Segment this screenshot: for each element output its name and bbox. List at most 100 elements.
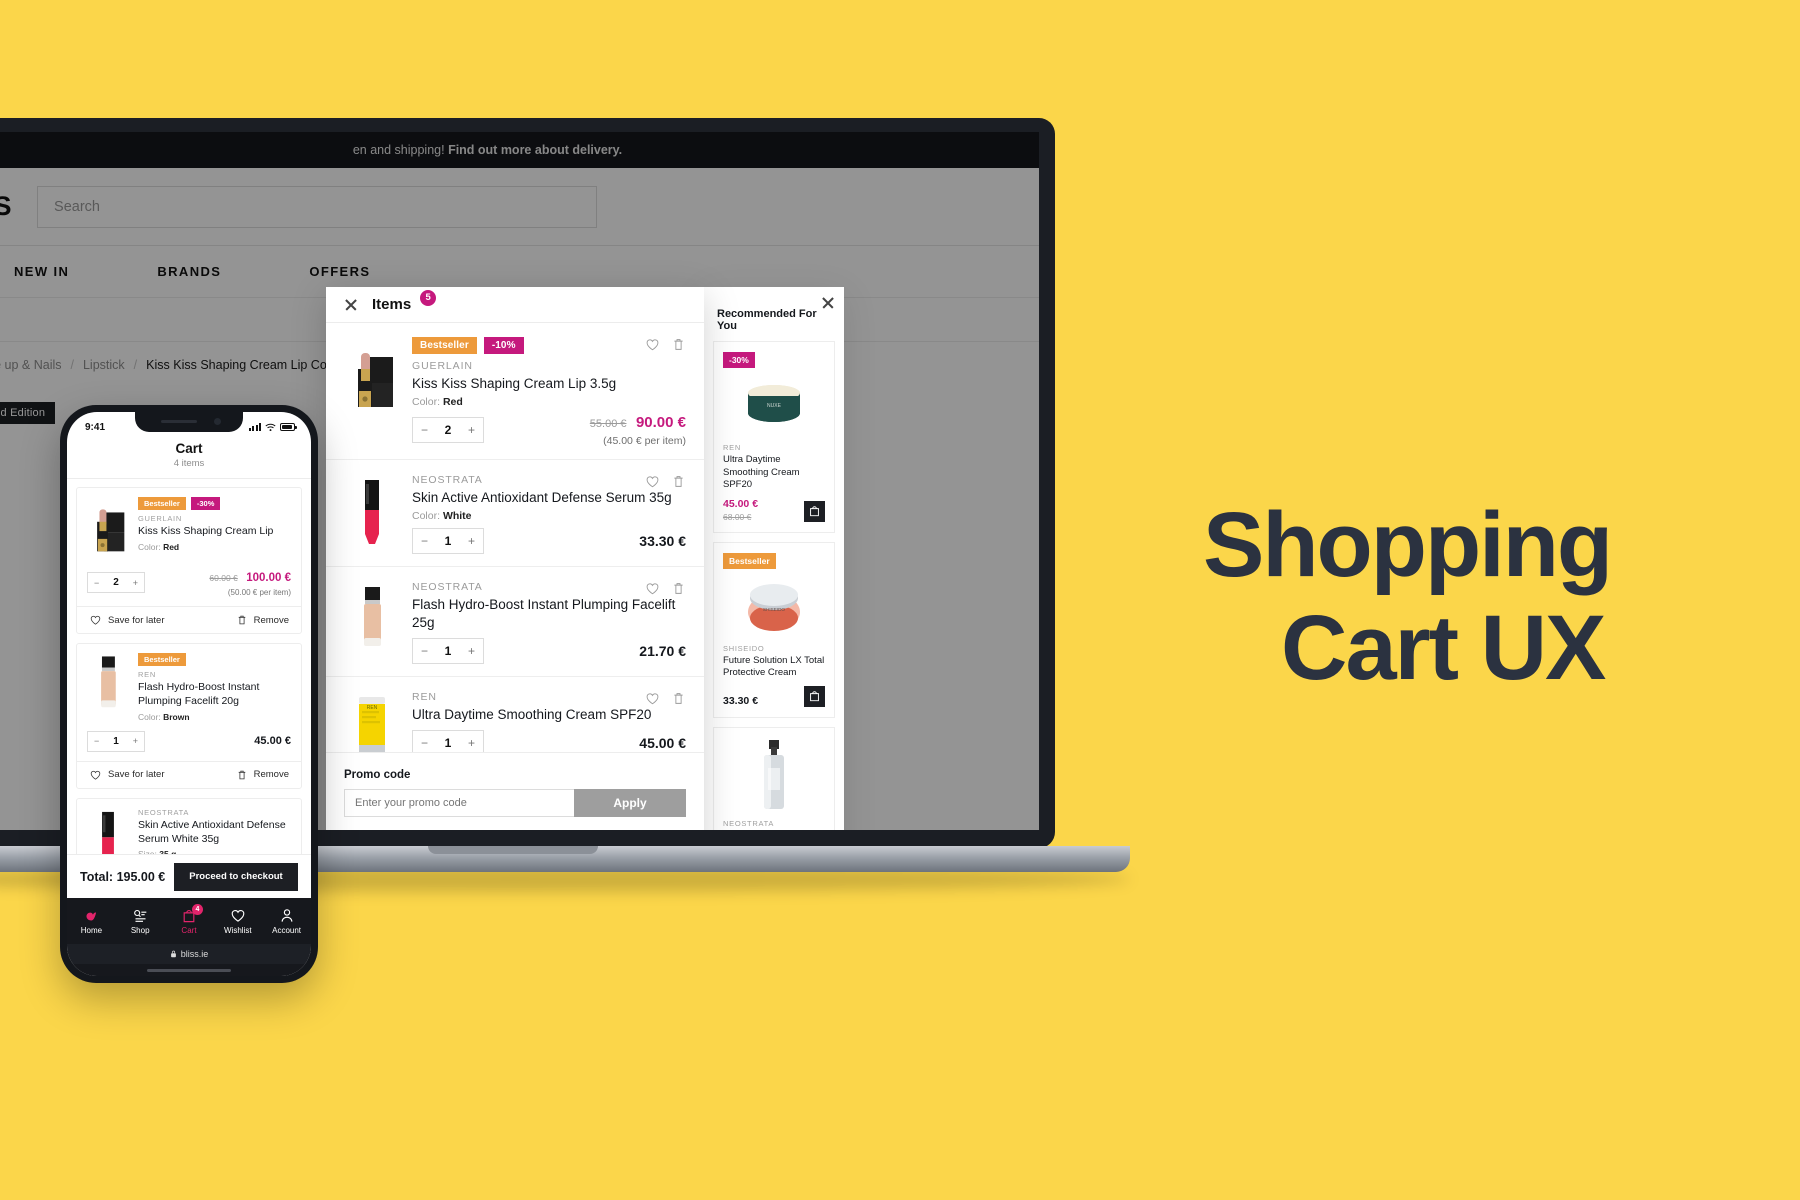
save-for-later-button[interactable]: Save for later <box>89 769 165 781</box>
product-variant: Color: White <box>412 510 686 522</box>
decrease-quantity-button[interactable]: − <box>94 736 99 746</box>
product-name: Ultra Daytime Smoothing Cream SPF20 <box>723 454 800 491</box>
phone-cart-list[interactable]: Bestseller -30% GUERLAIN Kiss Kiss Shapi… <box>67 479 311 854</box>
heart-icon[interactable] <box>645 474 660 489</box>
home-indicator <box>67 964 311 976</box>
quantity-stepper[interactable]: − 1 + <box>412 527 484 554</box>
cart-item-actions: Save for later Remove <box>77 760 301 788</box>
increase-quantity-button[interactable]: + <box>133 578 138 588</box>
promo-input[interactable] <box>344 789 574 817</box>
cart-item: NEOSTRATA Skin Active Antioxidant Defens… <box>326 460 704 567</box>
phone-total-bar: Total: 195.00 € Proceed to checkout <box>67 854 311 898</box>
discount-badge: -30% <box>190 497 221 510</box>
cart-item: Bestseller -30% GUERLAIN Kiss Kiss Shapi… <box>76 487 302 634</box>
apply-promo-button[interactable]: Apply <box>574 789 686 817</box>
product-brand: SHISEIDO <box>723 643 765 653</box>
add-to-bag-button[interactable] <box>804 685 825 707</box>
remove-button[interactable]: Remove <box>236 769 289 781</box>
tab-account[interactable]: Account <box>262 908 311 935</box>
variant-label: Color: <box>138 711 161 722</box>
product-image <box>723 738 825 812</box>
bestseller-badge: Bestseller <box>138 497 186 510</box>
close-icon[interactable] <box>344 298 358 312</box>
browser-url-bar[interactable]: bliss.ie <box>67 944 311 964</box>
price-block: 60.00 € 100.00 € (50.00 € per item) <box>209 568 291 597</box>
decrease-quantity-button[interactable]: − <box>421 534 428 548</box>
product-image: SHISEIDO <box>723 575 825 637</box>
heart-icon <box>90 770 101 780</box>
decrease-quantity-button[interactable]: − <box>94 578 99 588</box>
bestseller-badge: Bestseller <box>412 337 477 354</box>
cart-item: Bestseller REN Flash Hydro-Boost Instant… <box>76 643 302 789</box>
quantity-stepper[interactable]: − 2 + <box>412 417 484 444</box>
trash-icon[interactable] <box>671 691 686 706</box>
total-label: Total: 195.00 € <box>80 869 166 884</box>
item-actions <box>645 691 686 706</box>
increase-quantity-button[interactable]: + <box>133 736 138 746</box>
quantity-value: 2 <box>444 423 452 438</box>
product-price: 45.00 € <box>723 497 759 510</box>
increase-quantity-button[interactable]: + <box>468 534 475 548</box>
increase-quantity-button[interactable]: + <box>468 423 475 437</box>
tab-shop[interactable]: Shop <box>116 908 165 935</box>
price-line: 33.30 € <box>723 685 825 707</box>
cart-item: NEOSTRATA Skin Active Antioxidant Defens… <box>76 797 302 854</box>
product-variant: Color: Brown <box>138 712 291 722</box>
decrease-quantity-button[interactable]: − <box>421 736 428 750</box>
phone-screen: 9:41 Cart 4 items Bestseller -30% GUERLA… <box>67 412 311 976</box>
product-brand: NEOSTRATA <box>138 807 190 817</box>
quantity-value: 1 <box>444 533 452 548</box>
recommended-title: Recommended For You <box>717 308 817 332</box>
page-title: Cart <box>175 441 203 456</box>
product-name: Kiss Kiss Shaping Cream Lip <box>138 525 274 537</box>
close-icon[interactable] <box>821 296 835 310</box>
cart-items-list[interactable]: Bestseller -10% GUERLAIN Kiss Kiss Shapi… <box>326 323 704 752</box>
product-image <box>344 581 400 664</box>
product-brand: NEOSTRATA <box>723 818 775 828</box>
heart-icon[interactable] <box>645 581 660 596</box>
product-brand: REN <box>723 443 741 452</box>
proceed-to-checkout-button[interactable]: Proceed to checkout <box>174 862 298 891</box>
old-price: 60.00 € <box>209 573 238 583</box>
quantity-stepper[interactable]: − 1 + <box>412 637 484 664</box>
trash-icon[interactable] <box>671 581 686 596</box>
recommended-card[interactable]: -30% NUXE REN Ultra Daytime Smoothing Cr… <box>713 341 835 533</box>
remove-button[interactable]: Remove <box>236 614 289 626</box>
increase-quantity-button[interactable]: + <box>468 644 475 658</box>
quantity-stepper[interactable]: − 1 + <box>87 730 145 752</box>
decrease-quantity-button[interactable]: − <box>421 644 428 658</box>
heart-icon[interactable] <box>645 337 660 352</box>
current-price: 90.00 € <box>635 413 686 431</box>
heart-icon <box>90 615 101 625</box>
tab-wishlist[interactable]: Wishlist <box>213 908 262 935</box>
quantity-value: 1 <box>444 735 452 750</box>
product-price: 33.30 € <box>723 694 759 707</box>
cart-header: Items 5 <box>326 287 704 323</box>
quantity-stepper[interactable]: − 1 + <box>412 729 484 752</box>
remove-label: Remove <box>253 769 289 781</box>
per-item-price: (50.00 € per item) <box>227 588 291 597</box>
save-for-later-label: Save for later <box>108 614 165 626</box>
increase-quantity-button[interactable]: + <box>468 736 475 750</box>
save-for-later-button[interactable]: Save for later <box>89 614 165 626</box>
cart-count-badge: 5 <box>420 289 437 306</box>
discount-badge: -30% <box>723 352 755 368</box>
tab-home[interactable]: Home <box>67 908 116 935</box>
recommended-close-button[interactable] <box>821 296 835 310</box>
cart-title: Items <box>372 296 412 313</box>
add-to-bag-button[interactable] <box>804 500 825 522</box>
current-price: 21.70 € <box>639 642 686 659</box>
quantity-stepper[interactable]: − 2 + <box>87 572 145 593</box>
trash-icon[interactable] <box>671 474 686 489</box>
tab-cart[interactable]: 4 Cart <box>165 903 214 935</box>
product-name: Skin Active Antioxidant Defense Serum Wh… <box>138 818 286 845</box>
decrease-quantity-button[interactable]: − <box>421 423 428 437</box>
trash-icon[interactable] <box>671 337 686 352</box>
recommended-card[interactable]: Bestseller SHISEIDO SHISEIDO Future Solu… <box>713 541 835 718</box>
bestseller-badge: Bestseller <box>723 552 776 569</box>
heart-icon[interactable] <box>645 691 660 706</box>
recommended-card[interactable]: NEOSTRATA Clean Screen Mineral SPF30 50m… <box>713 726 835 830</box>
old-price: 55.00 € <box>589 417 627 430</box>
variant-label: Color: <box>138 541 161 552</box>
per-item-price: (45.00 € per item) <box>603 434 686 447</box>
